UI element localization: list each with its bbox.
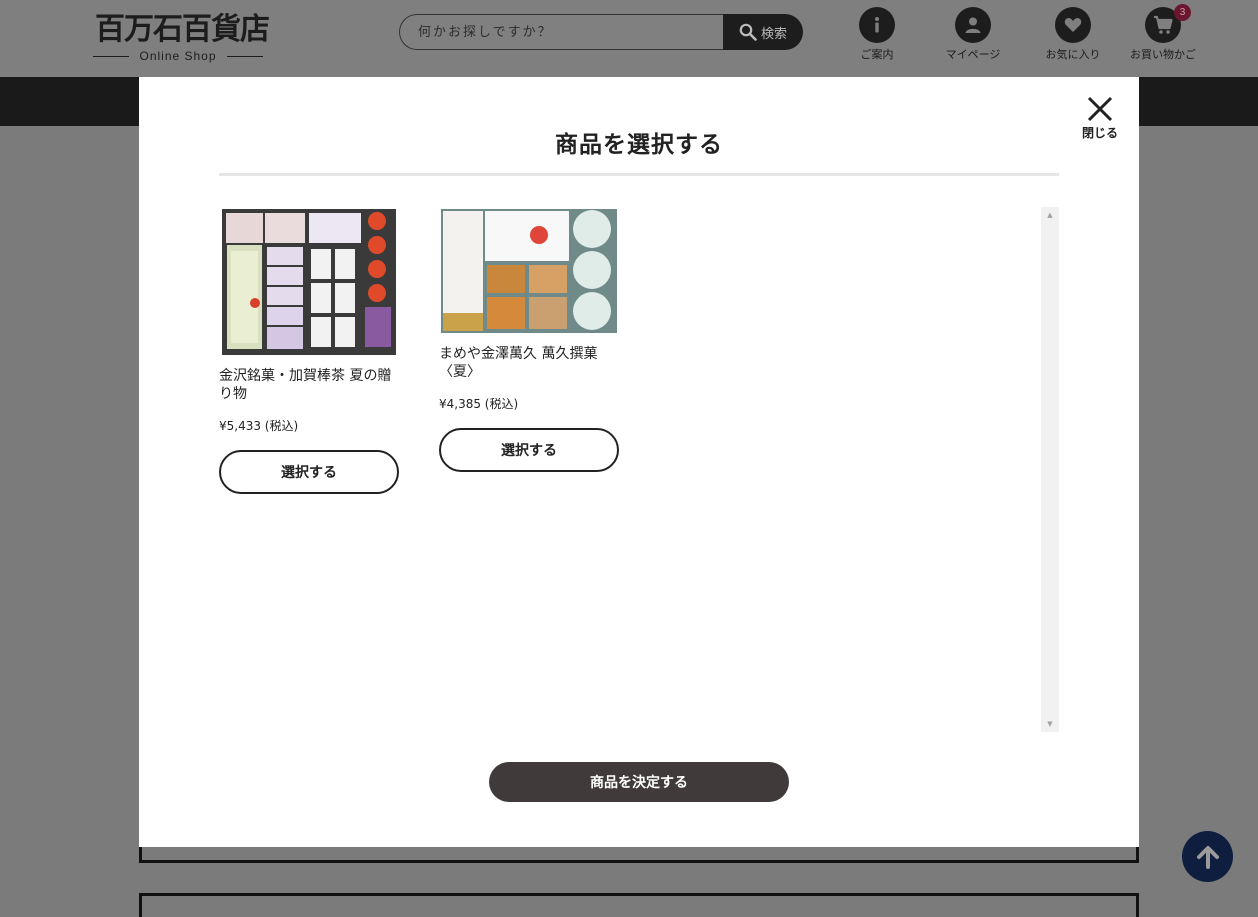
- search-button[interactable]: 検索: [723, 14, 803, 50]
- user-icon: [965, 17, 981, 33]
- nav-favorites[interactable]: お気に入り: [1028, 7, 1118, 62]
- select-product-button[interactable]: 選択する: [439, 428, 619, 472]
- back-to-top-button[interactable]: [1182, 831, 1233, 882]
- product-name[interactable]: まめや金澤萬久 萬久撰菓〈夏〉: [439, 345, 619, 381]
- nav-mypage[interactable]: マイページ: [928, 7, 1018, 62]
- confirm-product-button[interactable]: 商品を決定する: [489, 762, 789, 802]
- close-icon: [1087, 96, 1113, 122]
- background-panel: [139, 893, 1139, 917]
- nav-favorites-label: お気に入り: [1045, 48, 1101, 61]
- search-icon: [739, 23, 757, 41]
- product-card: 金沢銘菓・加賀棒茶 夏の贈り物 ¥5,433 (税込) 選択する: [219, 207, 399, 494]
- info-icon: [875, 17, 879, 33]
- logo-text: 百万石百貨店: [95, 12, 270, 47]
- select-product-button[interactable]: 選択する: [219, 450, 399, 494]
- product-price: ¥5,433 (税込): [219, 419, 299, 433]
- logo-divider: [226, 55, 264, 57]
- scroll-up-arrow-icon[interactable]: ▲: [1041, 207, 1059, 223]
- nav-cart[interactable]: 3 お買い物かご: [1118, 4, 1208, 62]
- product-select-modal: 閉じる 商品を選択する 金沢銘菓・加賀棒茶 夏の贈り物 ¥5,433 (税込) …: [139, 77, 1139, 847]
- modal-title: 商品を選択する: [555, 132, 723, 158]
- nav-guide[interactable]: ご案内: [832, 7, 922, 62]
- arrow-up-icon: [1196, 845, 1219, 869]
- cart-count-badge: 3: [1174, 4, 1191, 21]
- product-image[interactable]: [439, 207, 619, 333]
- search-bar: 検索: [399, 14, 803, 50]
- site-header: 百万石百貨店 Online Shop 検索 ご案内: [0, 0, 1258, 77]
- nav-cart-label: お買い物かご: [1130, 48, 1196, 61]
- logo-subtitle: Online Shop: [139, 49, 217, 63]
- search-button-label: 検索: [760, 26, 787, 42]
- product-image[interactable]: [219, 207, 399, 355]
- nav-guide-label: ご案内: [860, 48, 894, 61]
- product-name[interactable]: 金沢銘菓・加賀棒茶 夏の贈り物: [219, 367, 399, 403]
- search-input[interactable]: [399, 14, 723, 50]
- logo-divider: [93, 55, 130, 57]
- product-price: ¥4,385 (税込): [439, 397, 519, 411]
- scroll-down-arrow-icon[interactable]: ▼: [1041, 716, 1059, 732]
- title-divider: [219, 173, 1059, 176]
- site-logo[interactable]: 百万石百貨店 Online Shop: [93, 4, 270, 64]
- cart-icon: [1154, 15, 1173, 34]
- product-list[interactable]: 金沢銘菓・加賀棒茶 夏の贈り物 ¥5,433 (税込) 選択する まめや金澤萬久…: [219, 207, 1059, 732]
- heart-icon: [1064, 18, 1082, 32]
- product-list-scrollbar[interactable]: ▲ ▼: [1041, 207, 1059, 732]
- product-card: まめや金澤萬久 萬久撰菓〈夏〉 ¥4,385 (税込) 選択する: [439, 207, 619, 472]
- nav-mypage-label: マイページ: [945, 48, 1001, 61]
